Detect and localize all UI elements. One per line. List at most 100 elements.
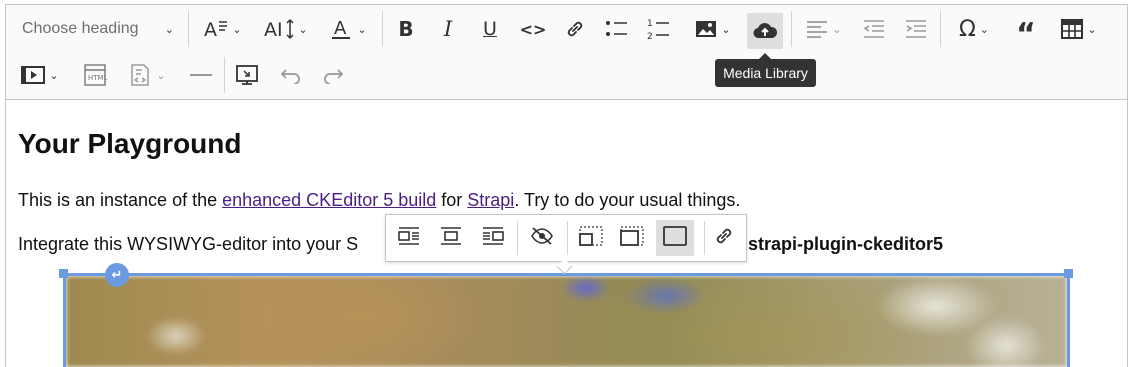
source-editing-icon bbox=[128, 63, 152, 87]
insert-paragraph-button[interactable]: ↵ bbox=[105, 263, 129, 287]
centered-image-icon bbox=[440, 227, 462, 249]
toolbar: Choose heading ⌄ A ⌄ AI ⌄ A ⌄ B I U <> 1… bbox=[6, 5, 1127, 100]
italic-button[interactable]: I bbox=[432, 13, 464, 45]
chevron-down-icon: ⌄ bbox=[1087, 22, 1097, 36]
resize-handle-top-left[interactable] bbox=[59, 269, 68, 278]
intro-text-mid: for bbox=[436, 190, 468, 210]
toggle-caption-icon bbox=[530, 226, 554, 250]
link-image-button[interactable] bbox=[707, 221, 741, 255]
image-icon bbox=[695, 20, 717, 38]
resize-handle-top-right[interactable] bbox=[1064, 269, 1073, 278]
bulleted-list-icon bbox=[605, 18, 629, 40]
code-button[interactable]: <> bbox=[516, 13, 550, 45]
link-button[interactable] bbox=[559, 13, 591, 45]
numbered-list-button[interactable]: 12 bbox=[643, 13, 675, 45]
indent-button[interactable] bbox=[900, 13, 932, 45]
toolbar-separator bbox=[940, 11, 941, 47]
strapi-link[interactable]: Strapi bbox=[467, 190, 514, 210]
wrap-text-right-button[interactable] bbox=[476, 221, 510, 255]
intro-paragraph: This is an instance of the enhanced CKEd… bbox=[18, 190, 740, 211]
ckeditor-build-link[interactable]: enhanced CKEditor 5 build bbox=[222, 190, 436, 210]
undo-icon bbox=[280, 66, 302, 84]
chevron-down-icon: ⌄ bbox=[164, 23, 174, 36]
numbered-list-icon: 12 bbox=[647, 17, 671, 41]
underline-button[interactable]: U bbox=[474, 13, 506, 45]
code-icon: <> bbox=[519, 19, 547, 39]
resize-original-icon bbox=[663, 226, 687, 250]
chevron-down-icon: ⌄ bbox=[49, 68, 59, 82]
svg-text:AI: AI bbox=[264, 19, 283, 40]
underline-icon: U bbox=[483, 18, 497, 40]
wildflower-photo bbox=[66, 276, 1067, 367]
font-family-button[interactable]: AI ⌄ bbox=[258, 13, 314, 45]
media-embed-button[interactable]: ⌄ bbox=[12, 59, 68, 91]
font-color-icon: A bbox=[331, 17, 353, 41]
special-characters-button[interactable]: Ω ⌄ bbox=[948, 13, 1000, 45]
quote-icon: “ bbox=[1016, 17, 1036, 52]
resize-small-button[interactable] bbox=[574, 221, 608, 255]
toolbar-separator bbox=[382, 11, 383, 47]
toolbar-separator bbox=[224, 57, 225, 93]
image-button[interactable]: ⌄ bbox=[687, 13, 739, 45]
font-color-button[interactable]: A ⌄ bbox=[324, 13, 374, 45]
resize-original-button[interactable] bbox=[656, 220, 694, 256]
svg-text:A: A bbox=[334, 18, 347, 39]
chevron-down-icon: ⌄ bbox=[832, 22, 842, 36]
fullscreen-button[interactable] bbox=[230, 59, 264, 91]
toggle-caption-button[interactable] bbox=[525, 221, 559, 255]
media-library-tooltip: Media Library bbox=[715, 53, 816, 87]
source-editing-button[interactable]: ⌄ bbox=[120, 59, 174, 91]
return-arrow-icon: ↵ bbox=[111, 267, 123, 283]
bold-icon: B bbox=[398, 17, 414, 41]
wrap-text-left-icon bbox=[398, 227, 420, 249]
horizontal-line-button[interactable] bbox=[184, 59, 218, 91]
image-toolbar bbox=[385, 214, 747, 262]
undo-button[interactable] bbox=[274, 59, 308, 91]
chevron-down-icon: ⌄ bbox=[232, 22, 242, 36]
bold-button[interactable]: B bbox=[390, 13, 422, 45]
insert-table-button[interactable]: ⌄ bbox=[1052, 13, 1106, 45]
intro-text-start: This is an instance of the bbox=[18, 190, 223, 210]
centered-image-button[interactable] bbox=[434, 221, 468, 255]
plugin-name: strapi-plugin-ckeditor5 bbox=[748, 234, 944, 254]
html-embed-button[interactable]: HTML bbox=[78, 59, 112, 91]
wrap-text-left-button[interactable] bbox=[392, 221, 426, 255]
font-size-button[interactable]: A ⌄ bbox=[198, 13, 248, 45]
special-characters-icon: Ω bbox=[958, 16, 976, 42]
toolbar-separator bbox=[791, 11, 792, 47]
heading-dropdown-label: Choose heading bbox=[22, 20, 139, 37]
resize-medium-icon bbox=[620, 226, 644, 250]
link-image-icon bbox=[713, 225, 735, 251]
outdent-button[interactable] bbox=[858, 13, 890, 45]
resize-small-icon bbox=[579, 226, 603, 250]
align-button[interactable]: ⌄ bbox=[800, 13, 848, 45]
media-library-button[interactable] bbox=[747, 13, 783, 49]
heading-dropdown[interactable]: Choose heading ⌄ bbox=[12, 13, 182, 45]
redo-button[interactable] bbox=[316, 59, 350, 91]
svg-text:A: A bbox=[204, 19, 217, 40]
svg-text:1: 1 bbox=[647, 19, 653, 29]
block-quote-button[interactable]: “ bbox=[1010, 13, 1042, 52]
redo-icon bbox=[322, 66, 344, 84]
intro-text-end: . Try to do your usual things. bbox=[514, 190, 741, 210]
svg-text:2: 2 bbox=[647, 32, 653, 41]
balloon-separator bbox=[517, 221, 518, 255]
italic-icon: I bbox=[443, 17, 453, 41]
balloon-separator bbox=[704, 221, 705, 255]
chevron-down-icon: ⌄ bbox=[979, 22, 990, 36]
selected-image[interactable] bbox=[63, 273, 1070, 367]
integrate-paragraph: Integrate this WYSIWYG-editor into your … bbox=[18, 234, 359, 254]
font-family-icon: AI bbox=[264, 18, 294, 40]
outdent-icon bbox=[863, 19, 885, 39]
media-library-icon bbox=[753, 21, 777, 41]
svg-text:HTML: HTML bbox=[88, 74, 107, 82]
align-icon bbox=[806, 20, 828, 38]
chevron-down-icon: ⌄ bbox=[156, 68, 166, 82]
chevron-down-icon: ⌄ bbox=[721, 22, 731, 36]
font-size-icon: A bbox=[204, 18, 228, 40]
bulleted-list-button[interactable] bbox=[601, 13, 633, 45]
resize-medium-button[interactable] bbox=[615, 221, 649, 255]
chevron-down-icon: ⌄ bbox=[357, 22, 367, 36]
media-embed-icon bbox=[21, 66, 46, 84]
table-icon bbox=[1061, 19, 1084, 39]
